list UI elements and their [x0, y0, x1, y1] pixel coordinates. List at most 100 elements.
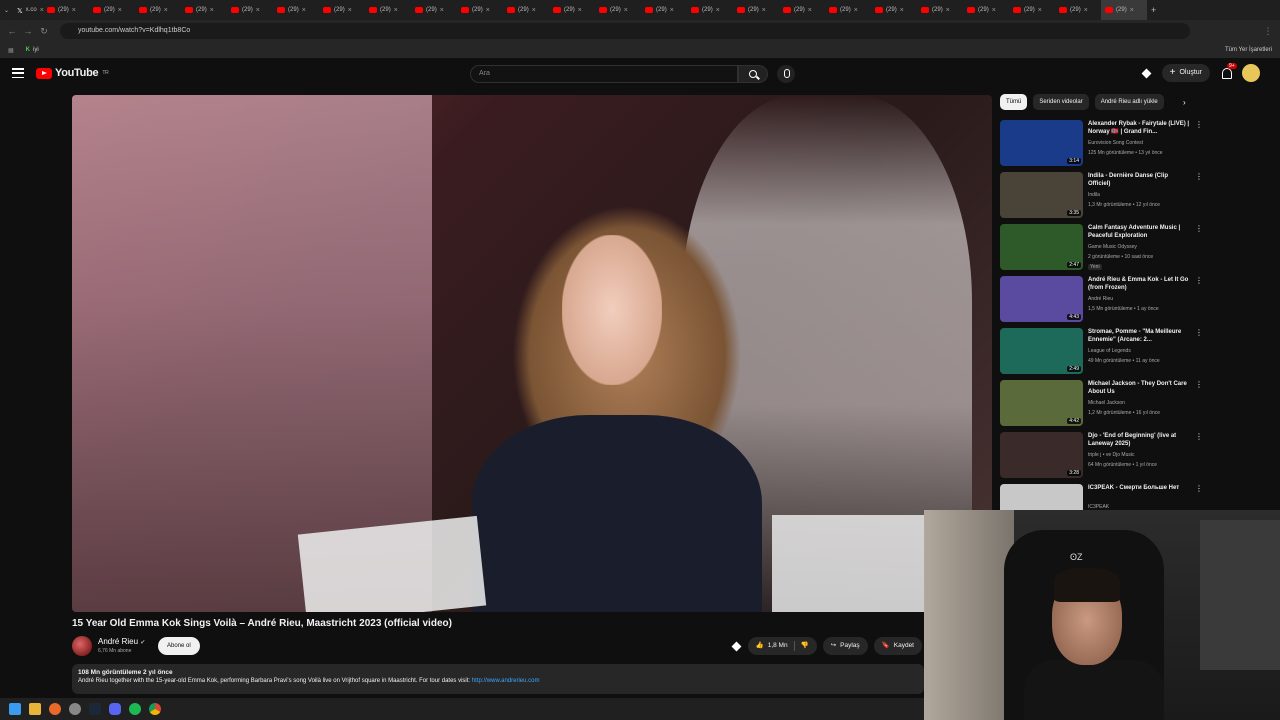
filter-chip[interactable]: Tümü — [1000, 94, 1028, 110]
notifications-bell-icon[interactable]: 9+ — [1220, 63, 1237, 79]
related-video-item[interactable]: 2:47 Calm Fantasy Adventure Music | Peace… — [1000, 222, 1205, 274]
close-tab-icon[interactable]: × — [946, 7, 950, 14]
browser-tab[interactable]: (29) × — [917, 0, 963, 20]
browser-tab[interactable]: (29) × — [871, 0, 917, 20]
spotify-icon[interactable] — [129, 703, 141, 715]
voice-search-icon[interactable] — [777, 65, 795, 83]
close-tab-icon[interactable]: × — [440, 7, 444, 14]
close-tab-icon[interactable]: × — [348, 7, 352, 14]
browser-tab[interactable]: (29) × — [1055, 0, 1101, 20]
browser-tab[interactable]: (29) × — [319, 0, 365, 20]
all-bookmarks[interactable]: Tüm Yer İşaretleri — [1225, 47, 1272, 53]
close-tab-icon[interactable]: × — [762, 7, 766, 14]
browser-tab[interactable]: (29) × — [135, 0, 181, 20]
related-channel[interactable]: Eurovision Song Contest — [1088, 140, 1143, 146]
video-thumbnail[interactable]: 3:14 — [1000, 120, 1083, 166]
related-channel[interactable]: Indila — [1088, 192, 1100, 198]
browser-tab[interactable]: (29) × — [687, 0, 733, 20]
related-title[interactable]: Alexander Rybak - Fairytale (LIVE) | Nor… — [1088, 120, 1192, 136]
file-explorer-icon[interactable] — [29, 703, 41, 715]
close-tab-icon[interactable]: × — [854, 7, 858, 14]
close-tab-icon[interactable]: × — [808, 7, 812, 14]
share-button[interactable]: ↪ Paylaş — [822, 637, 868, 655]
sparkle-icon[interactable] — [1141, 68, 1152, 79]
ask-sparkle-icon[interactable] — [731, 641, 742, 652]
close-tab-icon[interactable]: × — [118, 7, 122, 14]
apps-icon[interactable]: ▦ — [8, 47, 14, 54]
close-tab-icon[interactable]: × — [900, 7, 904, 14]
description-box[interactable]: 108 Mn görüntüleme 2 yıl önce André Rieu… — [72, 664, 924, 694]
channel-avatar[interactable] — [72, 636, 92, 656]
thumbs-down-icon[interactable]: 👎 — [801, 637, 809, 655]
browser-tab[interactable]: 𝕏x.co × — [13, 0, 44, 20]
firefox-icon[interactable] — [49, 703, 61, 715]
browser-tab[interactable]: (29) × — [181, 0, 227, 20]
video-thumbnail[interactable]: 3:28 — [1000, 432, 1083, 478]
windows-start-icon[interactable] — [9, 703, 21, 715]
forward-icon[interactable]: → — [20, 26, 36, 36]
more-options-icon[interactable]: ⋮ — [1195, 380, 1203, 389]
search-input[interactable]: Ara — [470, 65, 738, 83]
close-tab-icon[interactable]: × — [716, 7, 720, 14]
discord-icon[interactable] — [109, 703, 121, 715]
more-options-icon[interactable]: ⋮ — [1195, 432, 1203, 441]
close-tab-icon[interactable]: × — [1084, 7, 1088, 14]
description-link[interactable]: http://www.andrerieu.com — [472, 678, 540, 684]
related-video-item[interactable]: 3:28 Djo - 'End of Beginning' (live at La… — [1000, 430, 1205, 482]
related-title[interactable]: IC3PEAK - Смерти Больше Нет — [1088, 484, 1192, 492]
browser-tab[interactable]: (29) × — [89, 0, 135, 20]
more-options-icon[interactable]: ⋮ — [1195, 328, 1203, 337]
like-button[interactable]: 👍 1,8 Mn 👎 — [747, 637, 817, 655]
more-options-icon[interactable]: ⋮ — [1195, 224, 1203, 233]
related-channel[interactable]: triple j • ve Djo Music — [1088, 452, 1134, 458]
browser-tab[interactable]: (29) × — [825, 0, 871, 20]
close-tab-icon[interactable]: × — [1130, 7, 1134, 14]
settings-icon[interactable] — [69, 703, 81, 715]
related-title[interactable]: Stromae, Pomme - "Ma Meilleure Ennemie" … — [1088, 328, 1192, 344]
video-thumbnail[interactable] — [1000, 484, 1083, 510]
related-channel[interactable]: Game Music Odyssey — [1088, 244, 1137, 250]
save-button[interactable]: 🔖 Kaydet — [873, 637, 922, 655]
close-tab-icon[interactable]: × — [256, 7, 260, 14]
bookmark-item[interactable]: K iyi — [26, 47, 39, 53]
create-button[interactable]: + Oluştur — [1161, 64, 1210, 82]
close-tab-icon[interactable]: × — [164, 7, 168, 14]
back-icon[interactable]: ← — [4, 26, 20, 36]
account-avatar[interactable] — [1242, 64, 1260, 82]
video-thumbnail[interactable]: 3:35 — [1000, 172, 1083, 218]
channel-name[interactable]: André Rieu ✔ — [98, 637, 145, 646]
filter-chip[interactable]: André Rieu adlı yükle — [1094, 94, 1164, 110]
browser-tab[interactable]: (29) × — [411, 0, 457, 20]
video-thumbnail[interactable]: 2:47 — [1000, 224, 1083, 270]
search-button[interactable] — [738, 65, 768, 83]
related-title[interactable]: Calm Fantasy Adventure Music | Peaceful … — [1088, 224, 1192, 240]
related-video-item[interactable]: 4:43 André Rieu & Emma Kok - Let It Go (f… — [1000, 274, 1205, 326]
browser-tab[interactable]: (29) × — [1009, 0, 1055, 20]
browser-tab[interactable]: (29) × — [457, 0, 503, 20]
related-video-item[interactable]: 4:42 Michael Jackson - They Don't Care Ab… — [1000, 378, 1205, 430]
video-thumbnail[interactable]: 4:42 — [1000, 380, 1083, 426]
chevron-right-icon[interactable]: › — [1183, 98, 1186, 107]
close-tab-icon[interactable]: × — [578, 7, 582, 14]
browser-tab[interactable]: (29) × — [641, 0, 687, 20]
browser-tab[interactable]: (29) × — [1101, 0, 1148, 20]
close-tab-icon[interactable]: × — [992, 7, 996, 14]
related-title[interactable]: Michael Jackson - They Don't Care About … — [1088, 380, 1192, 396]
more-options-icon[interactable]: ⋮ — [1195, 120, 1203, 129]
browser-tab[interactable]: (29) × — [963, 0, 1009, 20]
related-title[interactable]: André Rieu & Emma Kok - Let It Go (from … — [1088, 276, 1192, 292]
close-tab-icon[interactable]: × — [1038, 7, 1042, 14]
related-channel[interactable]: André Rieu — [1088, 296, 1113, 302]
more-options-icon[interactable]: ⋮ — [1195, 276, 1203, 285]
close-tab-icon[interactable]: × — [624, 7, 628, 14]
video-thumbnail[interactable]: 4:43 — [1000, 276, 1083, 322]
related-title[interactable]: Indila - Dernière Danse (Clip Officiel) — [1088, 172, 1192, 188]
browser-tab[interactable]: (29) × — [549, 0, 595, 20]
browser-tab[interactable]: (29) × — [595, 0, 641, 20]
close-tab-icon[interactable]: × — [394, 7, 398, 14]
close-tab-icon[interactable]: × — [210, 7, 214, 14]
related-video-item[interactable]: 3:14 Alexander Rybak - Fairytale (LIVE) |… — [1000, 118, 1205, 170]
youtube-logo[interactable]: YouTube TR — [36, 67, 109, 79]
more-options-icon[interactable]: ⋮ — [1195, 172, 1203, 181]
browser-tab[interactable]: (29) × — [779, 0, 825, 20]
